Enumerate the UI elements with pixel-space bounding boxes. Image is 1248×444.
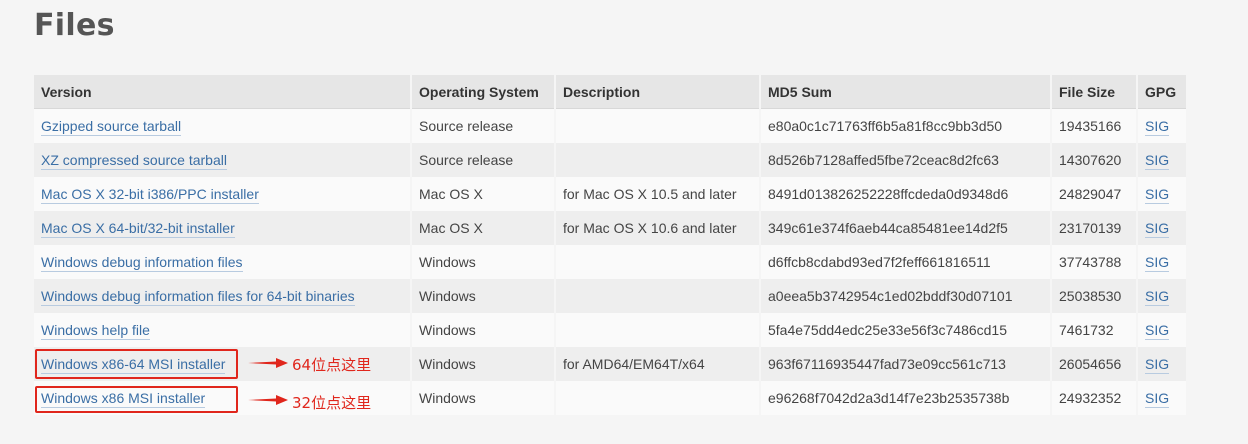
annotation-32bit: 32位点这里 xyxy=(292,394,372,412)
table-row: Mac OS X 64-bit/32-bit installer Mac OS … xyxy=(34,211,1186,245)
size-cell: 37743788 xyxy=(1052,245,1136,279)
os-cell: Windows xyxy=(412,313,554,347)
os-cell: Mac OS X xyxy=(412,211,554,245)
table-row: Windows debug information files Windows … xyxy=(34,245,1186,279)
md5-cell: 8d526b7128affed5fbe72ceac8d2fc63 xyxy=(761,143,1050,177)
table-header-row: Version Operating System Description MD5… xyxy=(34,75,1186,109)
description-cell: for Mac OS X 10.5 and later xyxy=(556,177,759,211)
page-title: Files xyxy=(34,8,115,43)
description-cell xyxy=(556,143,759,177)
os-cell: Source release xyxy=(412,109,554,143)
description-cell xyxy=(556,313,759,347)
sig-link[interactable]: SIG xyxy=(1145,118,1170,136)
header-operating-system: Operating System xyxy=(412,75,554,109)
header-version: Version xyxy=(34,75,410,109)
arrow-right-icon xyxy=(248,358,288,368)
size-cell: 14307620 xyxy=(1052,143,1136,177)
description-cell: for Mac OS X 10.6 and later xyxy=(556,211,759,245)
header-gpg: GPG xyxy=(1138,75,1186,109)
size-cell: 26054656 xyxy=(1052,347,1136,381)
os-cell: Source release xyxy=(412,143,554,177)
description-cell xyxy=(556,381,759,415)
md5-cell: e96268f7042d2a3d14f7e23b2535738b xyxy=(761,381,1050,415)
description-cell xyxy=(556,245,759,279)
table-row: Mac OS X 32-bit i386/PPC installer Mac O… xyxy=(34,177,1186,211)
os-cell: Windows xyxy=(412,279,554,313)
md5-cell: 5fa4e75dd4edc25e33e56f3c7486cd15 xyxy=(761,313,1050,347)
description-cell: for AMD64/EM64T/x64 xyxy=(556,347,759,381)
annotation-64bit: 64位点这里 xyxy=(292,356,372,374)
os-cell: Windows xyxy=(412,381,554,415)
download-link[interactable]: Mac OS X 64-bit/32-bit installer xyxy=(41,220,235,238)
download-link[interactable]: Windows debug information files for 64-b… xyxy=(41,288,355,306)
md5-cell: d6ffcb8cdabd93ed7f2feff661816511 xyxy=(761,245,1050,279)
md5-cell: 8491d013826252228ffcdeda0d9348d6 xyxy=(761,177,1050,211)
sig-link[interactable]: SIG xyxy=(1145,356,1170,374)
table-row: Windows debug information files for 64-b… xyxy=(34,279,1186,313)
download-link[interactable]: Windows help file xyxy=(41,322,150,340)
size-cell: 23170139 xyxy=(1052,211,1136,245)
download-link[interactable]: Windows debug information files xyxy=(41,254,243,272)
header-md5-sum: MD5 Sum xyxy=(761,75,1050,109)
highlight-box-32bit xyxy=(35,386,238,413)
table-row: Gzipped source tarball Source release e8… xyxy=(34,109,1186,143)
size-cell: 7461732 xyxy=(1052,313,1136,347)
download-link[interactable]: Mac OS X 32-bit i386/PPC installer xyxy=(41,186,259,204)
highlight-box-64bit xyxy=(35,349,238,379)
os-cell: Windows xyxy=(412,347,554,381)
os-cell: Mac OS X xyxy=(412,177,554,211)
download-link[interactable]: XZ compressed source tarball xyxy=(41,152,227,170)
sig-link[interactable]: SIG xyxy=(1145,152,1170,170)
table-row: XZ compressed source tarball Source rele… xyxy=(34,143,1186,177)
size-cell: 24932352 xyxy=(1052,381,1136,415)
sig-link[interactable]: SIG xyxy=(1145,390,1170,408)
table-row: Windows help file Windows 5fa4e75dd4edc2… xyxy=(34,313,1186,347)
sig-link[interactable]: SIG xyxy=(1145,254,1170,272)
arrow-right-icon xyxy=(248,395,288,405)
size-cell: 19435166 xyxy=(1052,109,1136,143)
os-cell: Windows xyxy=(412,245,554,279)
sig-link[interactable]: SIG xyxy=(1145,288,1170,306)
md5-cell: e80a0c1c71763ff6b5a81f8cc9bb3d50 xyxy=(761,109,1050,143)
download-link[interactable]: Gzipped source tarball xyxy=(41,118,182,136)
md5-cell: 349c61e374f6aeb44ca85481ee14d2f5 xyxy=(761,211,1050,245)
sig-link[interactable]: SIG xyxy=(1145,186,1170,204)
header-file-size: File Size xyxy=(1052,75,1136,109)
description-cell xyxy=(556,279,759,313)
size-cell: 24829047 xyxy=(1052,177,1136,211)
size-cell: 25038530 xyxy=(1052,279,1136,313)
header-description: Description xyxy=(556,75,759,109)
sig-link[interactable]: SIG xyxy=(1145,322,1170,340)
sig-link[interactable]: SIG xyxy=(1145,220,1170,238)
description-cell xyxy=(556,109,759,143)
md5-cell: a0eea5b3742954c1ed02bddf30d07101 xyxy=(761,279,1050,313)
md5-cell: 963f67116935447fad73e09cc561c713 xyxy=(761,347,1050,381)
